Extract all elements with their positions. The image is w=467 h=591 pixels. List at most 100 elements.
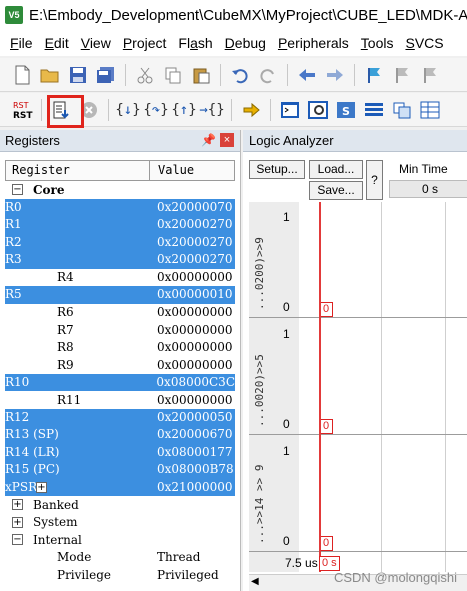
toolbar-separator <box>220 63 221 86</box>
nav-forward-icon[interactable] <box>323 63 347 87</box>
nav-back-icon[interactable] <box>295 63 319 87</box>
register-row[interactable]: R14 (LR) 0x08000177 <box>5 443 235 461</box>
bookmark-next-icon[interactable] <box>418 63 442 87</box>
register-row[interactable]: + xPSR 0x21000000 <box>5 478 235 496</box>
registers-window-icon[interactable] <box>362 98 386 122</box>
undo-icon[interactable] <box>228 63 252 87</box>
logic-analyzer-panel: Logic Analyzer Setup... Load... Save... … <box>243 130 467 591</box>
register-row[interactable]: R2 0x20000270 <box>5 233 235 251</box>
new-file-icon[interactable] <box>10 63 34 87</box>
uvision-icon: V5 <box>5 6 23 24</box>
bookmark-icon[interactable] <box>362 63 386 87</box>
tree-node-system[interactable]: + System <box>5 514 235 532</box>
menu-edit[interactable]: Edit <box>39 35 75 51</box>
register-row[interactable]: R0 0x20000070 <box>5 198 235 216</box>
signal-low-label: 0 <box>283 417 290 431</box>
menu-svcs[interactable]: SVCS <box>399 35 449 51</box>
file-toolbar <box>0 58 467 92</box>
bookmark-prev-icon[interactable] <box>390 63 414 87</box>
tree-node-core[interactable]: − Core <box>5 181 235 199</box>
register-row[interactable]: R11 0x00000000 <box>5 391 235 409</box>
menu-flash[interactable]: Flash <box>172 35 218 51</box>
menu-file[interactable]: File <box>0 35 39 51</box>
save-button[interactable]: Save... <box>309 181 363 200</box>
register-row[interactable]: R1 0x20000270 <box>5 216 235 234</box>
register-row[interactable]: R10 0x08000C3C <box>5 373 235 391</box>
tree-node-banked[interactable]: + Banked <box>5 496 235 514</box>
step-over-icon[interactable]: {↷} <box>143 98 168 122</box>
pin-icon[interactable]: 📌 <box>201 133 216 147</box>
register-row-mode[interactable]: Mode Thread <box>5 549 235 567</box>
register-value: 0x20000050 <box>157 408 235 426</box>
signal-row[interactable]: ...>>14 >> 9 1 0 0 <box>249 436 467 552</box>
register-value: 0x00000000 <box>157 322 233 337</box>
signal-row[interactable]: ...0200)>>9 1 0 0 <box>249 202 467 318</box>
expand-icon[interactable]: + <box>12 499 23 510</box>
register-row[interactable]: R15 (PC) 0x08000B78 <box>5 461 235 479</box>
call-stack-window-icon[interactable] <box>390 98 414 122</box>
setup-button[interactable]: Setup... <box>249 160 305 179</box>
column-register-header[interactable]: Register <box>6 161 150 180</box>
show-next-statement-icon[interactable] <box>239 98 263 122</box>
scroll-left-icon[interactable]: ◀ <box>251 576 259 587</box>
register-row[interactable]: R5 0x00000010 <box>5 286 235 304</box>
cut-icon[interactable] <box>133 63 157 87</box>
open-folder-icon[interactable] <box>38 63 62 87</box>
tree-node-internal[interactable]: − Internal <box>5 531 235 549</box>
menu-peripherals[interactable]: Peripherals <box>272 35 355 51</box>
signal-high-label: 1 <box>283 210 290 224</box>
paste-icon[interactable] <box>189 63 213 87</box>
step-into-icon[interactable]: {↓} <box>115 98 140 122</box>
save-icon[interactable] <box>66 63 90 87</box>
menu-project[interactable]: Project <box>117 35 173 51</box>
run-icon[interactable] <box>49 98 73 122</box>
run-to-cursor-icon[interactable]: →{} <box>199 98 224 122</box>
register-row[interactable]: R7 0x00000000 <box>5 321 235 339</box>
register-row[interactable]: R4 0x00000000 <box>5 269 235 287</box>
tree-node-label: System <box>33 515 78 530</box>
copy-icon[interactable] <box>161 63 185 87</box>
cursor-line[interactable] <box>319 202 321 572</box>
register-row[interactable]: R13 (SP) 0x20000670 <box>5 426 235 444</box>
tree-node-label: Banked <box>33 497 79 512</box>
register-row[interactable]: R3 0x20000270 <box>5 251 235 269</box>
register-row[interactable]: R12 0x20000050 <box>5 408 235 426</box>
register-row[interactable]: R6 0x00000000 <box>5 304 235 322</box>
close-icon[interactable]: × <box>220 133 234 147</box>
collapse-icon[interactable]: − <box>12 534 23 545</box>
disassembly-window-icon[interactable] <box>306 98 330 122</box>
register-row[interactable]: R9 0x00000000 <box>5 356 235 374</box>
menu-tools[interactable]: Tools <box>355 35 400 51</box>
min-time-value: 0 s <box>389 180 467 198</box>
collapse-icon[interactable]: − <box>12 184 23 195</box>
redo-icon[interactable] <box>256 63 280 87</box>
register-value: 0x20000070 <box>157 198 235 216</box>
register-row[interactable]: R8 0x00000000 <box>5 339 235 357</box>
registers-panel-title: Registers <box>5 133 60 148</box>
register-name: R2 <box>5 233 157 251</box>
expand-icon[interactable]: + <box>12 516 23 528</box>
register-row-privilege[interactable]: Privilege Privileged <box>5 566 235 584</box>
register-name: R10 <box>5 373 157 391</box>
svg-text:RST: RST <box>13 101 29 110</box>
watch-window-icon[interactable] <box>418 98 442 122</box>
step-out-icon[interactable]: {↑} <box>171 98 196 122</box>
registers-panel: Registers 📌 × Register Value − Core R0 0x… <box>0 130 241 591</box>
signal-row[interactable]: ...0020)>>5 1 0 0 <box>249 319 467 435</box>
command-window-icon[interactable] <box>278 98 302 122</box>
expand-icon[interactable]: + <box>36 481 47 493</box>
register-tree-bottom: + Banked + System − Internal Mode Thread… <box>5 496 235 584</box>
menu-debug[interactable]: Debug <box>219 35 272 51</box>
save-all-icon[interactable] <box>94 63 118 87</box>
logic-analyzer-graph[interactable]: ...0200)>>9 1 0 0 ...0020)>>5 1 0 0 ...>… <box>249 202 467 572</box>
help-button[interactable]: ? <box>366 160 383 200</box>
signal-name: ...0020)>>5 <box>253 354 266 427</box>
menu-view[interactable]: View <box>75 35 117 51</box>
toolbar-separator <box>231 98 232 121</box>
signal-value-marker: 0 <box>319 419 333 434</box>
symbols-window-icon[interactable]: S <box>334 98 358 122</box>
column-value-header[interactable]: Value <box>150 161 234 180</box>
reset-icon[interactable]: RST RST <box>10 98 34 122</box>
stop-icon[interactable] <box>77 98 101 122</box>
load-button[interactable]: Load... <box>309 160 363 179</box>
